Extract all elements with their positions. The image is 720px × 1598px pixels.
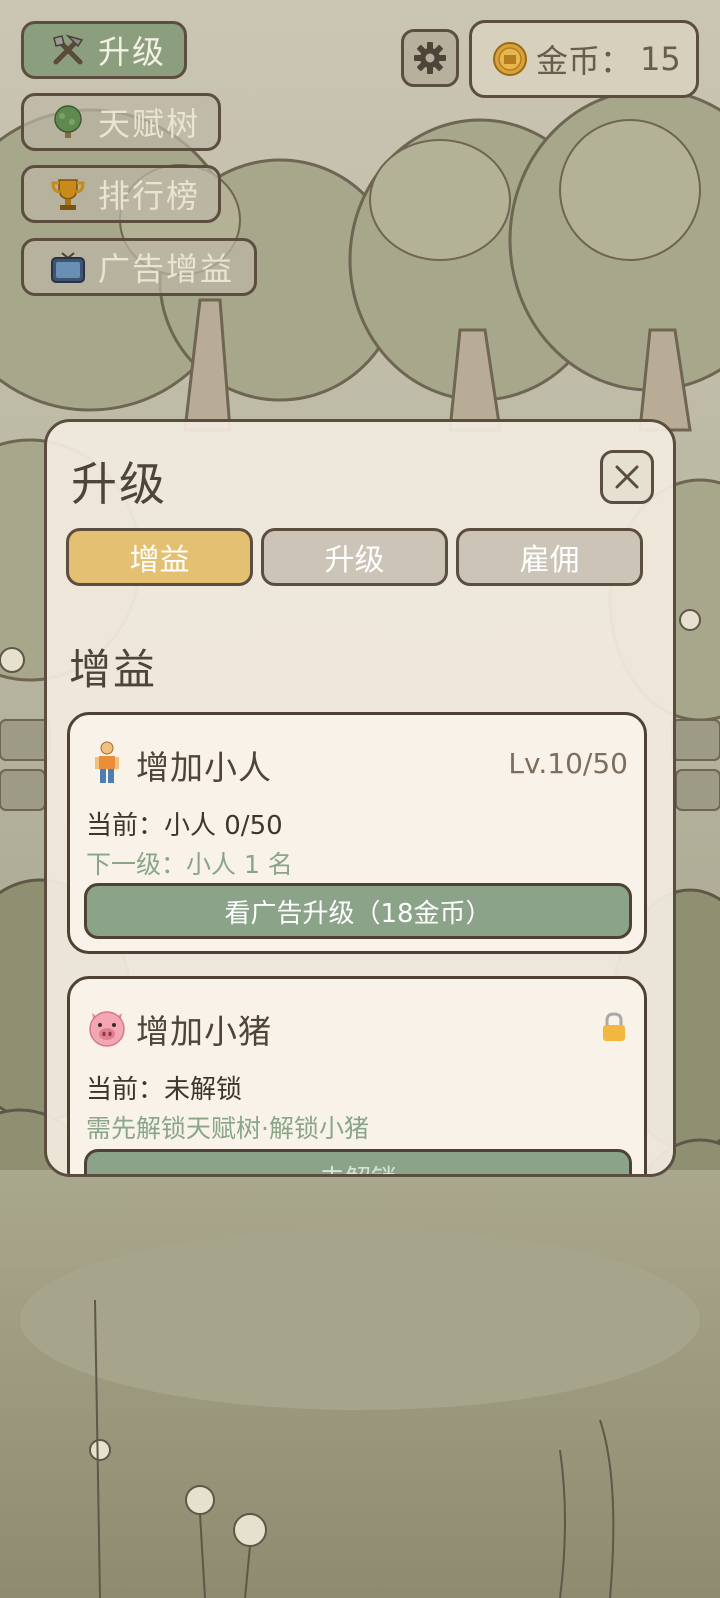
section-title: 增益	[69, 645, 158, 694]
tab-boost[interactable]: 增益	[66, 528, 253, 586]
person-icon	[95, 741, 119, 783]
gear-icon	[414, 42, 446, 74]
leaderboard-menu-button[interactable]: 排行榜	[21, 165, 221, 223]
card-next-level: 下一级：小人 1 名	[86, 850, 293, 879]
card-level: Lv.10/50	[508, 747, 628, 780]
trophy-icon	[51, 179, 85, 210]
locked-button[interactable]: 未解锁	[84, 1149, 632, 1174]
card-current: 当前：小人 0/50	[86, 811, 283, 841]
boost-card-pig: 增加小猪 当前：未解锁 需先解锁天赋树·解锁小猪 未解锁	[67, 976, 647, 1174]
panel-title: 升级	[71, 457, 167, 511]
card-current: 当前：未解锁	[86, 1075, 243, 1105]
tab-hire[interactable]: 雇佣	[456, 528, 643, 586]
upgrade-menu-label: 升级	[98, 33, 167, 71]
close-button[interactable]	[600, 450, 654, 504]
watch-ad-upgrade-button[interactable]: 看广告升级（18金币）	[84, 883, 632, 939]
tab-upgrade[interactable]: 升级	[261, 528, 448, 586]
boost-card-person: 增加小人 Lv.10/50 当前：小人 0/50 下一级：小人 1 名 看广告升…	[67, 712, 647, 954]
card-title: 增加小猪	[136, 1012, 272, 1051]
pig-icon	[89, 1011, 125, 1047]
lock-icon	[603, 1012, 625, 1041]
coin-counter: 金币： 15	[469, 20, 699, 98]
ad-boost-menu-label: 广告增益	[98, 250, 235, 288]
coin-icon	[493, 42, 527, 76]
ad-boost-menu-button[interactable]: 广告增益	[21, 238, 257, 296]
upgrade-menu-button[interactable]: 升级	[21, 21, 187, 79]
upgrade-panel: 升级 增益 升级 雇佣 增益 增加小人 Lv.10/50 当前：小人 0/50 …	[44, 419, 676, 1177]
coin-label: 金币：	[536, 42, 633, 80]
talent-tree-menu-label: 天赋树	[98, 105, 201, 143]
card-title: 增加小人	[136, 748, 272, 787]
tv-icon	[51, 252, 85, 283]
hammer-pick-icon	[53, 34, 84, 65]
tree-icon	[54, 105, 82, 138]
leaderboard-menu-label: 排行榜	[98, 177, 201, 215]
settings-button[interactable]	[401, 29, 459, 87]
close-icon	[615, 465, 639, 489]
card-unlock-requirement: 需先解锁天赋树·解锁小猪	[86, 1114, 369, 1143]
coin-value: 15	[640, 40, 681, 78]
talent-tree-menu-button[interactable]: 天赋树	[21, 93, 221, 151]
